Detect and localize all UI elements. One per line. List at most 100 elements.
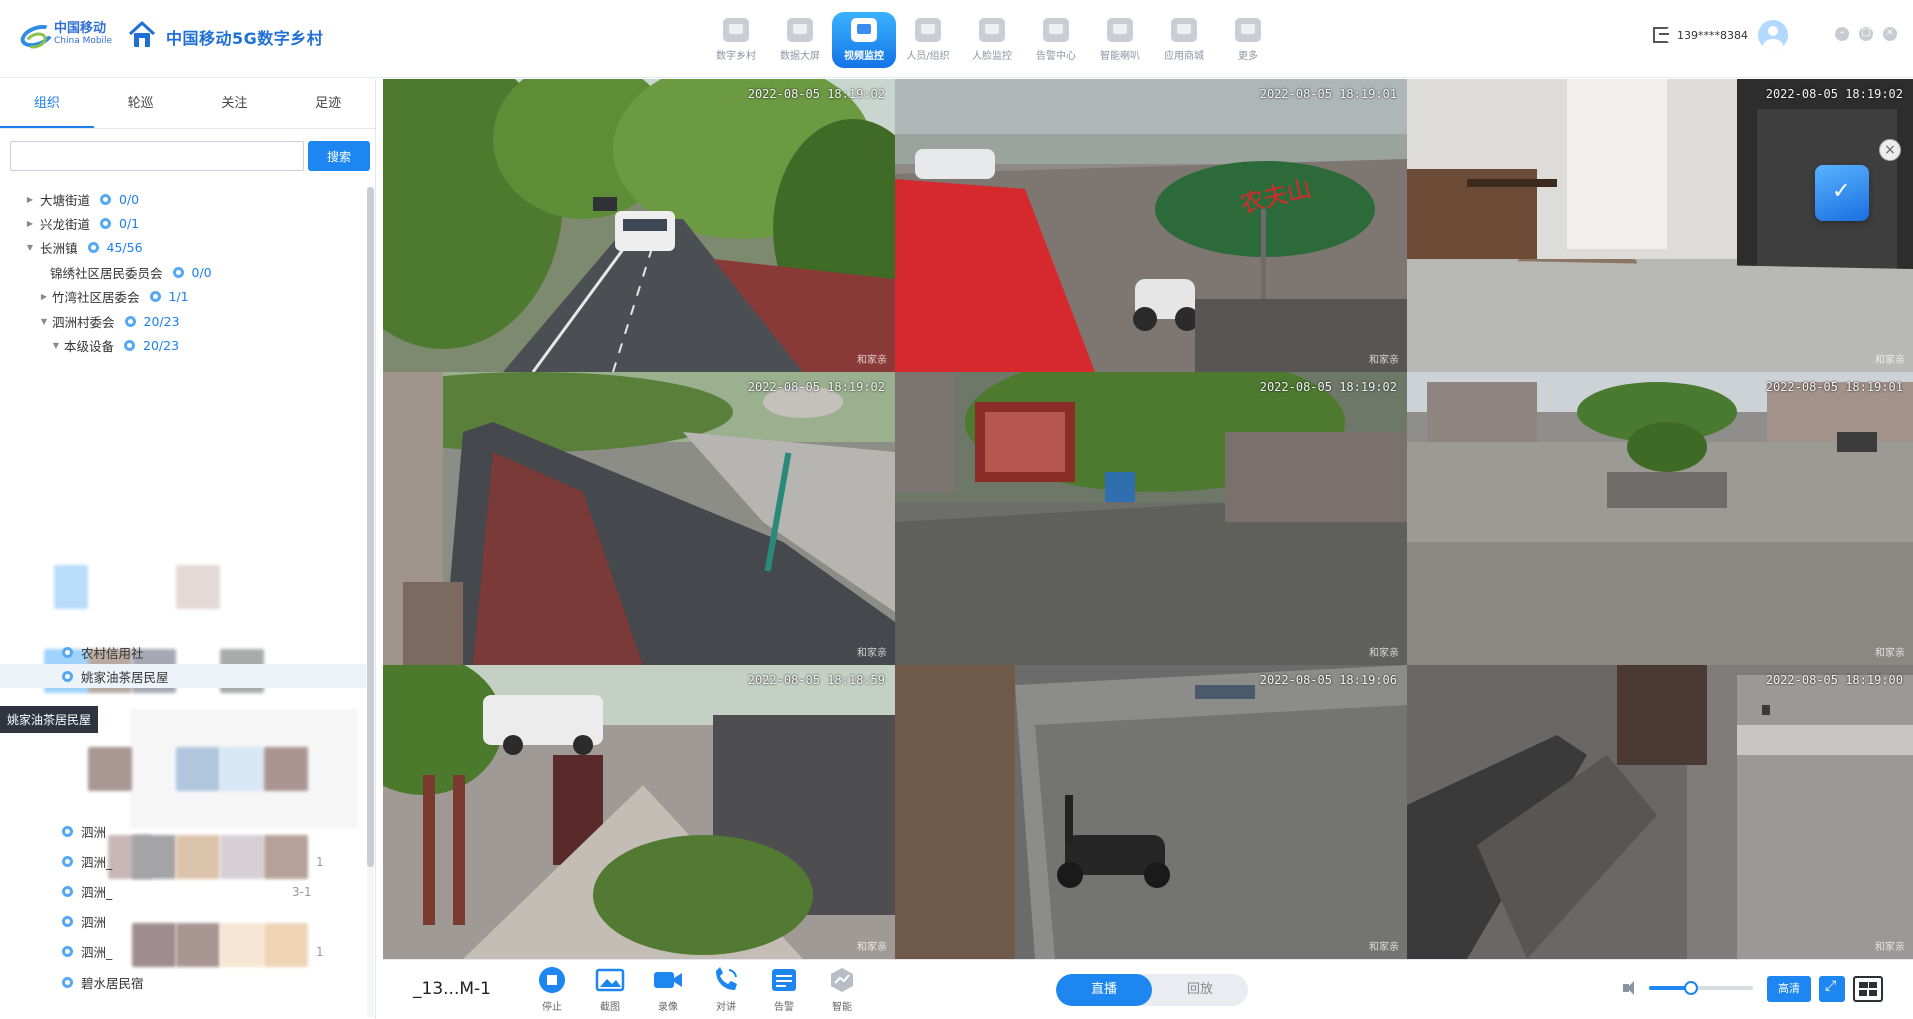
tree-node[interactable]: ▼ 泗洲村委会 20/23 (38, 309, 180, 333)
camera-feed[interactable]: 2022-08-05 18:19:02 和家亲 (383, 372, 895, 665)
avatar[interactable] (1758, 20, 1788, 50)
more-icon (1235, 18, 1261, 42)
nav-label: 数据大屏 (780, 51, 820, 62)
caret-down-icon[interactable]: ▼ (50, 341, 62, 350)
tree-node[interactable]: 锦绣社区居民委员会 0/0 (50, 260, 212, 284)
caret-down-icon[interactable]: ▼ (38, 317, 50, 326)
camera-feed[interactable]: 2022-08-05 18:18:59 和家亲 (383, 665, 895, 959)
camera-scene-square (1407, 372, 1913, 665)
caret-down-icon[interactable]: ▼ (24, 243, 36, 252)
tree-leaf-device[interactable]: 农村信用社 (62, 640, 362, 664)
tree-node[interactable]: ▼ 长洲镇 45/56 (24, 235, 143, 259)
close-button[interactable]: × (1883, 27, 1897, 41)
nav-smart-speaker[interactable]: 智能喇叭 (1088, 12, 1152, 68)
scrollbar-thumb[interactable] (367, 187, 374, 867)
search-input[interactable] (10, 141, 304, 171)
camera-feed[interactable]: 2022-08-05 18:19:06 和家亲 (895, 665, 1407, 959)
volume-control (1623, 980, 1753, 996)
tree-leaf-device[interactable]: 泗洲 (62, 909, 106, 933)
caret-right-icon[interactable]: ▶ (24, 219, 36, 228)
tree-node-label: 兴龙街道 (40, 216, 91, 232)
camera-watermark: 和家亲 (857, 942, 887, 953)
camera-feed[interactable]: 2022-08-05 18:19:02 和家亲 (895, 372, 1407, 665)
tree-leaf-device[interactable]: 泗洲_ (62, 879, 112, 903)
nav-digital-village[interactable]: 数字乡村 (704, 12, 768, 68)
maximize-button[interactable]: □ (1859, 27, 1873, 41)
tab-organization[interactable]: 组织 (0, 79, 94, 128)
tree-node[interactable]: ▶ 兴龙街道 0/1 (24, 211, 139, 235)
tree-node-count: 0/0 (119, 191, 140, 207)
sidebar-tabs: 组织 轮巡 关注 足迹 (0, 79, 375, 129)
stop-button[interactable]: 停止 (523, 966, 581, 1013)
nav-label: 应用商城 (1164, 51, 1204, 62)
quality-button[interactable]: 高清 (1767, 976, 1811, 1002)
tree-leaf-device[interactable]: 泗洲_ (62, 939, 112, 963)
intercom-button[interactable]: 对讲 (697, 966, 755, 1013)
minimize-button[interactable]: – (1835, 27, 1849, 41)
location-pin-icon (62, 670, 73, 682)
alarm-icon (1043, 18, 1069, 42)
blurred-region (220, 747, 264, 791)
grid-layout-icon[interactable] (1853, 976, 1883, 1002)
alarm-button[interactable]: 告警 (755, 966, 813, 1013)
brand-name-cn: 中国移动 (54, 21, 107, 36)
camera-feed[interactable]: 2022-08-05 18:19:02 和家亲 × (1407, 79, 1913, 372)
camera-feed[interactable]: 2022-08-05 18:19:01 和家亲 (1407, 372, 1913, 665)
live-mode-button[interactable]: 直播 (1056, 974, 1152, 1006)
tree-node-label: 本级设备 (64, 338, 115, 354)
tree-leaf-device[interactable]: 碧水居民宿 (62, 970, 144, 994)
tree-leaf-device[interactable]: 泗洲_ (62, 849, 112, 873)
close-icon[interactable]: × (1879, 139, 1901, 161)
camera-timestamp: 2022-08-05 18:19:02 (1765, 87, 1903, 101)
camera-feed[interactable]: 2022-08-05 18:19:02 和家亲 (383, 79, 895, 372)
fullscreen-icon[interactable] (1819, 976, 1845, 1002)
record-button[interactable]: 录像 (639, 966, 697, 1013)
tree-node[interactable]: ▶ 大塘街道 0/0 (24, 187, 139, 211)
tab-history[interactable]: 足迹 (281, 79, 375, 128)
nav-label: 人员/组织 (906, 51, 950, 62)
tab-patrol[interactable]: 轮巡 (94, 79, 188, 128)
search-button[interactable]: 搜索 (308, 141, 370, 171)
checklist-icon[interactable] (1815, 165, 1869, 221)
smart-icon (827, 966, 857, 994)
smart-button[interactable]: 智能 (813, 966, 871, 1013)
tree-leaf-device[interactable]: 姚家油茶居民屋 (0, 664, 366, 688)
volume-slider[interactable] (1649, 981, 1753, 995)
nav-label: 智能喇叭 (1100, 51, 1140, 62)
nav-app-store[interactable]: 应用商城 (1152, 12, 1216, 68)
camera-scene-curve-road (383, 372, 895, 665)
nav-video-monitoring[interactable]: 视频监控 (832, 12, 896, 68)
camera-timestamp: 2022-08-05 18:19:02 (747, 380, 885, 394)
mute-icon[interactable] (1623, 980, 1639, 996)
nav-data-screen[interactable]: 数据大屏 (768, 12, 832, 68)
camera-feed[interactable]: 2022-08-05 18:19:00 和家亲 (1407, 665, 1913, 959)
tree-node[interactable]: ▼ 本级设备 20/23 (50, 333, 179, 357)
volume-knob[interactable] (1683, 981, 1698, 995)
china-mobile-logo: 中国移动 China Mobile (18, 20, 112, 50)
player-toolbar: _13...M-1 停止 截图 录像 对讲 告警 智能 直播 回放 高清 ⤢ (383, 959, 1913, 1019)
caret-right-icon[interactable]: ▶ (38, 292, 50, 301)
caret-right-icon[interactable]: ▶ (24, 195, 36, 204)
app-header: 中国移动 China Mobile 中国移动5G数字乡村 数字乡村 数据大屏 视… (0, 0, 1913, 78)
tree-node-label: 农村信用社 (81, 645, 144, 661)
sidebar-scrollbar[interactable] (367, 187, 374, 1017)
nav-more[interactable]: 更多 (1216, 12, 1280, 68)
people-icon (915, 18, 941, 42)
nav-people-org[interactable]: 人员/组织 (896, 12, 960, 68)
playback-mode-button[interactable]: 回放 (1152, 974, 1248, 1006)
tree-leaf-device[interactable]: 泗洲 (62, 819, 106, 843)
nav-alarm-center[interactable]: 告警中心 (1024, 12, 1088, 68)
tab-follow[interactable]: 关注 (188, 79, 282, 128)
logout-icon[interactable] (1653, 27, 1669, 43)
blurred-region (176, 923, 220, 967)
nav-label: 数字乡村 (716, 51, 756, 62)
tree-node-count: 20/23 (143, 337, 180, 353)
blurred-region (132, 923, 176, 967)
brand-name-en: China Mobile (54, 36, 113, 46)
tree-node[interactable]: ▶ 竹湾社区居委会 1/1 (38, 284, 189, 308)
camera-feed[interactable]: 农夫山 2022-08-05 18:19:01 和家亲 (895, 79, 1407, 372)
screenshot-button[interactable]: 截图 (581, 966, 639, 1013)
location-pin-icon (62, 646, 73, 658)
nav-face-monitoring[interactable]: 人脸监控 (960, 12, 1024, 68)
tool-label: 对讲 (716, 1002, 736, 1013)
